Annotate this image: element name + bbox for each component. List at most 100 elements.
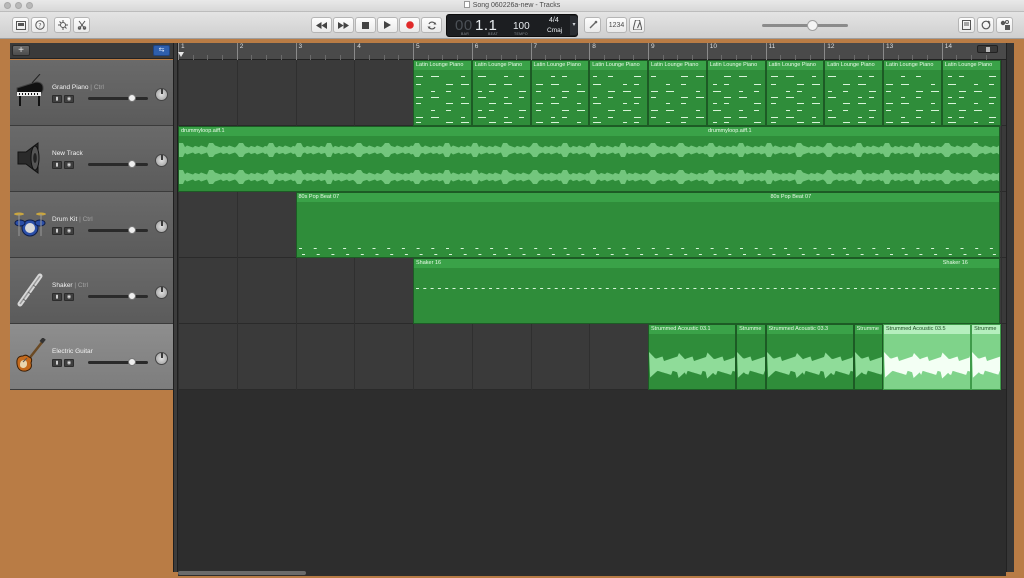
tuner-button[interactable] [584, 17, 601, 33]
shaker-hit [627, 288, 631, 289]
region-strummed-acoustic[interactable]: Strumme [736, 324, 766, 390]
master-volume-knob[interactable] [806, 20, 818, 31]
region-piano[interactable]: Latin Lounge Piano [471, 60, 531, 126]
region-strummed-acoustic[interactable]: Strummed Acoustic 03.1 [648, 324, 737, 390]
mute-button[interactable]: ▮ [52, 227, 62, 235]
track-header-grand-piano[interactable]: Grand Piano | Ctrl ▮ ◉ [10, 60, 173, 126]
master-volume-slider[interactable] [762, 20, 848, 31]
catch-playhead-button[interactable]: ⇆ [153, 45, 170, 56]
track-pan-knob[interactable] [155, 220, 168, 233]
headphones-icon: ◉ [66, 228, 72, 234]
mute-button[interactable]: ▮ [52, 161, 62, 169]
forward-button[interactable] [333, 17, 354, 33]
track-volume-slider[interactable] [88, 226, 148, 234]
audio-waveform [972, 352, 1000, 378]
add-track-button[interactable]: + [12, 45, 30, 56]
midi-note [535, 103, 543, 104]
library-button[interactable] [12, 17, 29, 33]
region-strummed-acoustic[interactable]: Strumme [853, 324, 883, 390]
track-volume-slider[interactable] [88, 292, 148, 300]
solo-button[interactable]: ◉ [64, 293, 74, 301]
drum-hit [757, 254, 761, 255]
region-piano[interactable]: Latin Lounge Piano [824, 60, 883, 126]
drum-hit [933, 254, 937, 255]
region-piano[interactable]: Latin Lounge Piano [706, 60, 766, 126]
region-piano[interactable]: Latin Lounge Piano [883, 60, 942, 126]
midi-note [796, 91, 802, 92]
midi-note [753, 103, 761, 104]
region-drummy-loop[interactable]: drummyloop.aiff.1 drummyloop.aiff.1 [178, 126, 1000, 192]
metronome-button[interactable] [629, 17, 645, 33]
track-volume-knob[interactable] [128, 358, 136, 366]
track-volume-knob[interactable] [128, 292, 136, 300]
play-button[interactable] [377, 17, 398, 33]
track-pan-knob[interactable] [155, 352, 168, 365]
horizontal-scrollbar-thumb[interactable] [178, 571, 306, 575]
mute-button[interactable]: ▮ [52, 359, 62, 367]
solo-button[interactable]: ◉ [64, 359, 74, 367]
track-volume-knob[interactable] [128, 94, 136, 102]
ruler-zoom-control[interactable] [977, 45, 998, 53]
cycle-button[interactable] [421, 17, 442, 33]
midi-note [561, 117, 567, 118]
loop-browser-button[interactable] [977, 17, 994, 33]
help-button[interactable]: ? [31, 17, 48, 33]
region-strummed-acoustic[interactable]: Strumme [971, 324, 1001, 390]
media-browser-button[interactable] [996, 17, 1013, 33]
track-volume-slider[interactable] [88, 94, 148, 102]
track-header-electric-guitar[interactable]: Electric Guitar ▮ ◉ [10, 324, 173, 390]
region-shaker[interactable]: Shaker 16 Shaker 16 [413, 258, 1000, 324]
region-piano[interactable]: Latin Lounge Piano [589, 60, 648, 126]
midi-note [712, 91, 721, 92]
mute-button[interactable]: ▮ [52, 293, 62, 301]
region-title: Strumme [737, 325, 765, 334]
shaker-hit [620, 288, 624, 289]
solo-button[interactable]: ◉ [64, 95, 74, 103]
rewind-button[interactable] [311, 17, 332, 33]
vertical-scrollbar[interactable] [1006, 43, 1014, 572]
smart-controls-button[interactable] [54, 17, 71, 33]
track-volume-knob[interactable] [128, 160, 136, 168]
tracks-area[interactable]: Latin Lounge Piano Latin Lounge Piano Lati… [178, 60, 1006, 570]
drum-hit [536, 254, 540, 255]
editors-button[interactable] [73, 17, 90, 33]
track-pan-knob[interactable] [155, 286, 168, 299]
track-volume-slider[interactable] [88, 160, 148, 168]
mute-button[interactable]: ▮ [52, 95, 62, 103]
lcd-mode-chevron-icon[interactable]: ▾ [570, 16, 578, 35]
region-piano[interactable]: Latin Lounge Piano [530, 60, 590, 126]
midi-note [488, 84, 496, 85]
midi-note [416, 103, 421, 104]
ruler[interactable]: 1 2 3 4 5 6 7 8 9 10 11 12 13 14 [178, 43, 1006, 60]
notepad-button[interactable] [958, 17, 975, 33]
track-header-new-track[interactable]: New Track ▮ ◉ [10, 126, 173, 192]
region-pop-beat[interactable]: 80s Pop Beat 07 80s Pop Beat 07 [295, 192, 1000, 258]
shaker-hit [766, 288, 770, 289]
track-header-drum-kit[interactable]: Drum Kit | Ctrl ▮ ◉ [10, 192, 173, 258]
notepad-icon [962, 20, 971, 30]
lcd-display[interactable]: 00 1.1 BAR BEAT 100 TEMPO 4/4 Cmaj [446, 14, 578, 37]
lcd-caption-bar: BAR [461, 32, 470, 36]
region-piano[interactable]: Latin Lounge Piano [765, 60, 825, 126]
count-in-button[interactable]: 1234 [606, 17, 627, 33]
region-piano[interactable]: Latin Lounge Piano [941, 60, 1001, 126]
stop-button[interactable] [355, 17, 376, 33]
track-pan-knob[interactable] [155, 154, 168, 167]
solo-button[interactable]: ◉ [64, 161, 74, 169]
drum-hit [698, 254, 702, 255]
region-strummed-acoustic[interactable]: Strummed Acoustic 03.3 [765, 324, 854, 390]
track-pan-knob[interactable] [155, 88, 168, 101]
editors-icon [77, 20, 86, 30]
region-piano[interactable]: Latin Lounge Piano [413, 60, 472, 126]
playhead-marker[interactable] [178, 52, 184, 57]
midi-note [634, 103, 640, 104]
solo-button[interactable]: ◉ [64, 227, 74, 235]
track-volume-slider[interactable] [88, 358, 148, 366]
drum-hit [845, 254, 849, 255]
record-button[interactable] [399, 17, 420, 33]
drum-hit [313, 248, 317, 249]
track-volume-knob[interactable] [128, 226, 136, 234]
region-piano[interactable]: Latin Lounge Piano [648, 60, 707, 126]
track-header-shaker[interactable]: Shaker | Ctrl ▮ ◉ [10, 258, 173, 324]
region-strummed-acoustic[interactable]: Strummed Acoustic 03.5 [883, 324, 972, 390]
